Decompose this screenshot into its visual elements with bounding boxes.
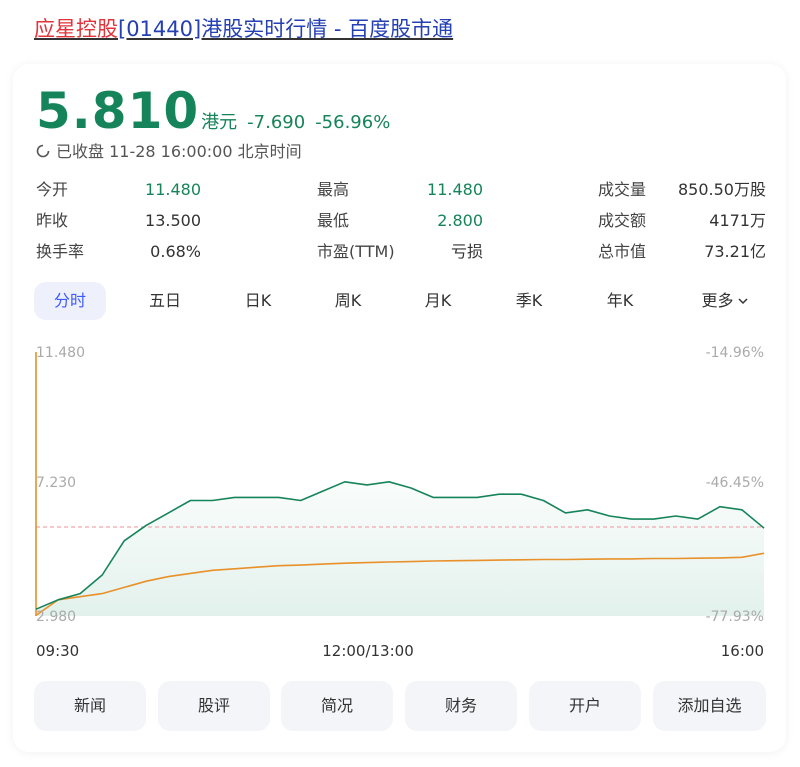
status-text: 已收盘 11-28 16:00:00 北京时间: [56, 142, 302, 161]
title-rest[interactable]: [01440]港股实时行情 - 百度股市通: [118, 17, 453, 41]
x-axis-label-start: 09:30: [36, 642, 79, 660]
financials-button[interactable]: 财务: [405, 681, 517, 731]
tab-weekly-k[interactable]: 周K: [312, 282, 384, 320]
market-status: 已收盘 11-28 16:00:00 北京时间: [36, 141, 302, 163]
tab-five-day[interactable]: 五日: [129, 282, 201, 320]
stat-label-turnover-rate: 换手率: [36, 242, 85, 261]
x-axis-label-mid: 12:00/13:00: [322, 642, 414, 660]
y-axis-label-bottom: 2.980: [36, 609, 76, 625]
comments-button[interactable]: 股评: [158, 681, 270, 731]
stats-row: 换手率 0.68% 市盈(TTM) 亏损 总市值 73.21亿: [36, 238, 766, 269]
tab-daily-k[interactable]: 日K: [222, 282, 294, 320]
price-area: [36, 481, 764, 616]
profile-button[interactable]: 简况: [281, 681, 393, 731]
page-title-link[interactable]: 应星控股[01440]港股实时行情 - 百度股市通: [34, 14, 453, 44]
stat-value-turnover-rate: 0.68%: [150, 242, 201, 261]
open-account-button[interactable]: 开户: [529, 681, 641, 731]
stat-value-low: 2.800: [437, 211, 483, 230]
stat-label-high: 最高: [317, 180, 350, 199]
y-axis-label-mid: 7.230: [36, 475, 76, 491]
price-unit: 港元: [201, 112, 238, 133]
pct-axis-label-top: -14.96%: [706, 345, 764, 361]
stat-label-pe: 市盈(TTM): [317, 242, 395, 261]
period-tabs: 分时 五日 日K 周K 月K 季K 年K 更多: [34, 282, 766, 320]
chevron-down-icon: [737, 283, 749, 321]
stat-value-volume: 850.50万股: [678, 180, 766, 199]
stat-value-high: 11.480: [427, 180, 483, 199]
tab-monthly-k[interactable]: 月K: [402, 282, 474, 320]
stat-value-open: 11.480: [145, 180, 201, 199]
stat-label-market-cap: 总市值: [598, 242, 647, 261]
stat-label-volume: 成交量: [598, 180, 647, 199]
price-row: 5.810 港元 -7.690 -56.96%: [36, 82, 391, 140]
stats-row: 今开 11.480 最高 11.480 成交量 850.50万股: [36, 176, 766, 207]
news-button[interactable]: 新闻: [34, 681, 146, 731]
stats-row: 昨收 13.500 最低 2.800 成交额 4171万: [36, 207, 766, 238]
stat-label-low: 最低: [317, 211, 350, 230]
tab-more[interactable]: 更多: [684, 282, 766, 320]
tab-more-label: 更多: [701, 291, 734, 310]
tab-quarterly-k[interactable]: 季K: [493, 282, 565, 320]
stat-label-turnover: 成交额: [598, 211, 647, 230]
intraday-chart: 11.480 7.230 2.980 -14.96% -46.45% -77.9…: [35, 345, 765, 660]
add-watchlist-button[interactable]: 添加自选: [653, 681, 766, 731]
stat-value-turnover: 4171万: [709, 211, 766, 230]
action-buttons: 新闻 股评 简况 财务 开户 添加自选: [34, 681, 766, 731]
stat-value-prev-close: 13.500: [145, 211, 201, 230]
price-change-percent: -56.96%: [315, 112, 391, 133]
stat-label-open: 今开: [36, 180, 69, 199]
clock-icon: [36, 142, 50, 164]
stat-value-market-cap: 73.21亿: [704, 242, 766, 261]
price-change: -7.690: [247, 112, 306, 133]
tab-intraday[interactable]: 分时: [34, 282, 106, 320]
x-axis-label-end: 16:00: [721, 642, 764, 660]
pct-axis-label-mid: -46.45%: [706, 475, 764, 491]
current-price: 5.810: [36, 82, 200, 140]
y-axis-label-top: 11.480: [36, 345, 85, 361]
stat-value-pe: 亏损: [450, 242, 483, 261]
stat-label-prev-close: 昨收: [36, 211, 69, 230]
tab-yearly-k[interactable]: 年K: [584, 282, 656, 320]
stock-name[interactable]: 应星控股: [34, 17, 118, 41]
stats-grid: 今开 11.480 最高 11.480 成交量 850.50万股 昨收 13.5…: [36, 176, 766, 269]
pct-axis-label-bottom: -77.93%: [706, 609, 764, 625]
